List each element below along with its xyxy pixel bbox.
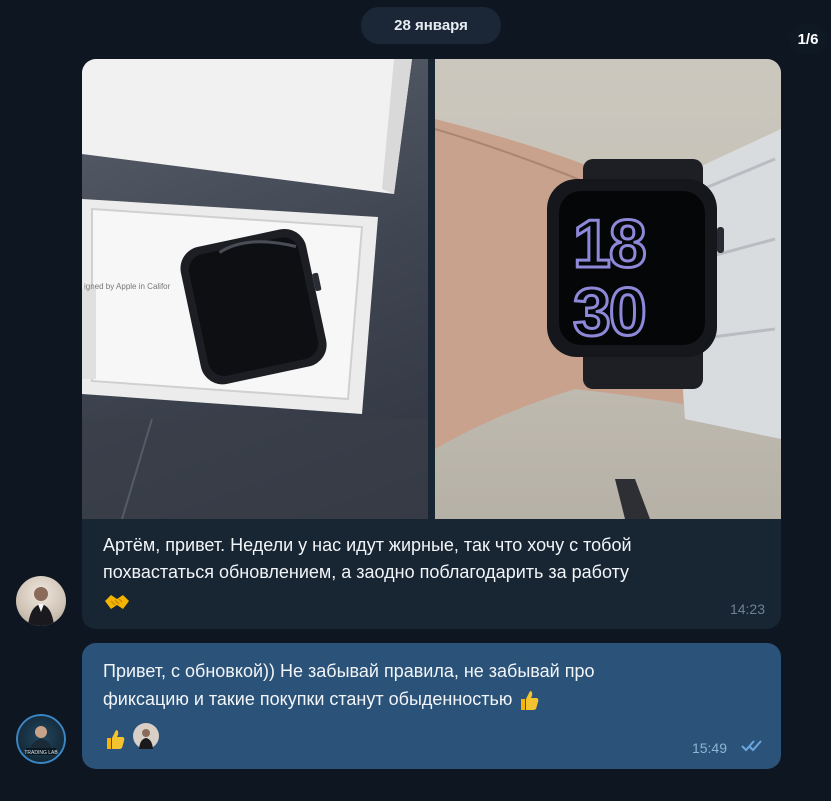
sender-avatar[interactable] [16,576,66,626]
own-avatar[interactable]: TRADING LAB [16,714,66,764]
double-check-icon [741,739,765,756]
svg-text:igned by Apple in Califor: igned by Apple in Califor [84,282,171,291]
incoming-message-text: Артём, привет. Недели у нас идут жирные,… [103,532,763,615]
incoming-message-bubble[interactable]: igned by Apple in Califor 18 30 Артём, п… [82,59,781,629]
thumbs-up-emoji-icon [517,689,541,711]
date-label: 28 января [394,17,468,34]
handshake-emoji-icon [103,588,763,615]
photo-watch-in-box[interactable]: igned by Apple in Califor [82,59,428,519]
outgoing-message-line-2-text: фиксацию и такие покупки станут обыденно… [103,689,513,709]
outgoing-message-line-2: фиксацию и такие покупки станут обыденно… [103,685,743,713]
watch-minute-text: 30 [573,274,645,350]
incoming-message-time: 14:23 [729,601,765,617]
own-avatar-image: TRADING LAB [16,714,66,764]
watch-hour-text: 18 [573,206,645,282]
photo-counter-badge: 1/6 [788,24,828,54]
incoming-message-line-1: Артём, привет. Недели у нас идут жирные,… [103,535,632,555]
photo-watch-on-wrist-image: 18 30 [435,59,781,519]
reactor-avatar[interactable] [133,723,159,754]
svg-text:TRADING LAB: TRADING LAB [24,750,58,756]
reactions-row[interactable] [103,723,159,754]
outgoing-message-text: Привет, с обновкой)) Не забывай правила,… [103,657,743,713]
incoming-message-line-2: похвастаться обновлением, а заодно побла… [103,562,630,582]
photo-watch-in-box-image: igned by Apple in Califor [82,59,428,519]
outgoing-message-bubble[interactable]: Привет, с обновкой)) Не забывай правила,… [82,643,781,769]
sender-avatar-image [28,587,54,626]
reaction-thumbs-up-icon[interactable] [103,727,127,751]
photo-watch-on-wrist[interactable]: 18 30 [435,59,781,519]
date-separator: 28 января [361,7,501,44]
photo-counter-label: 1/6 [797,30,819,48]
outgoing-message-time: 15:49 [691,740,727,756]
outgoing-message-line-1: Привет, с обновкой)) Не забывай правила,… [103,661,595,681]
